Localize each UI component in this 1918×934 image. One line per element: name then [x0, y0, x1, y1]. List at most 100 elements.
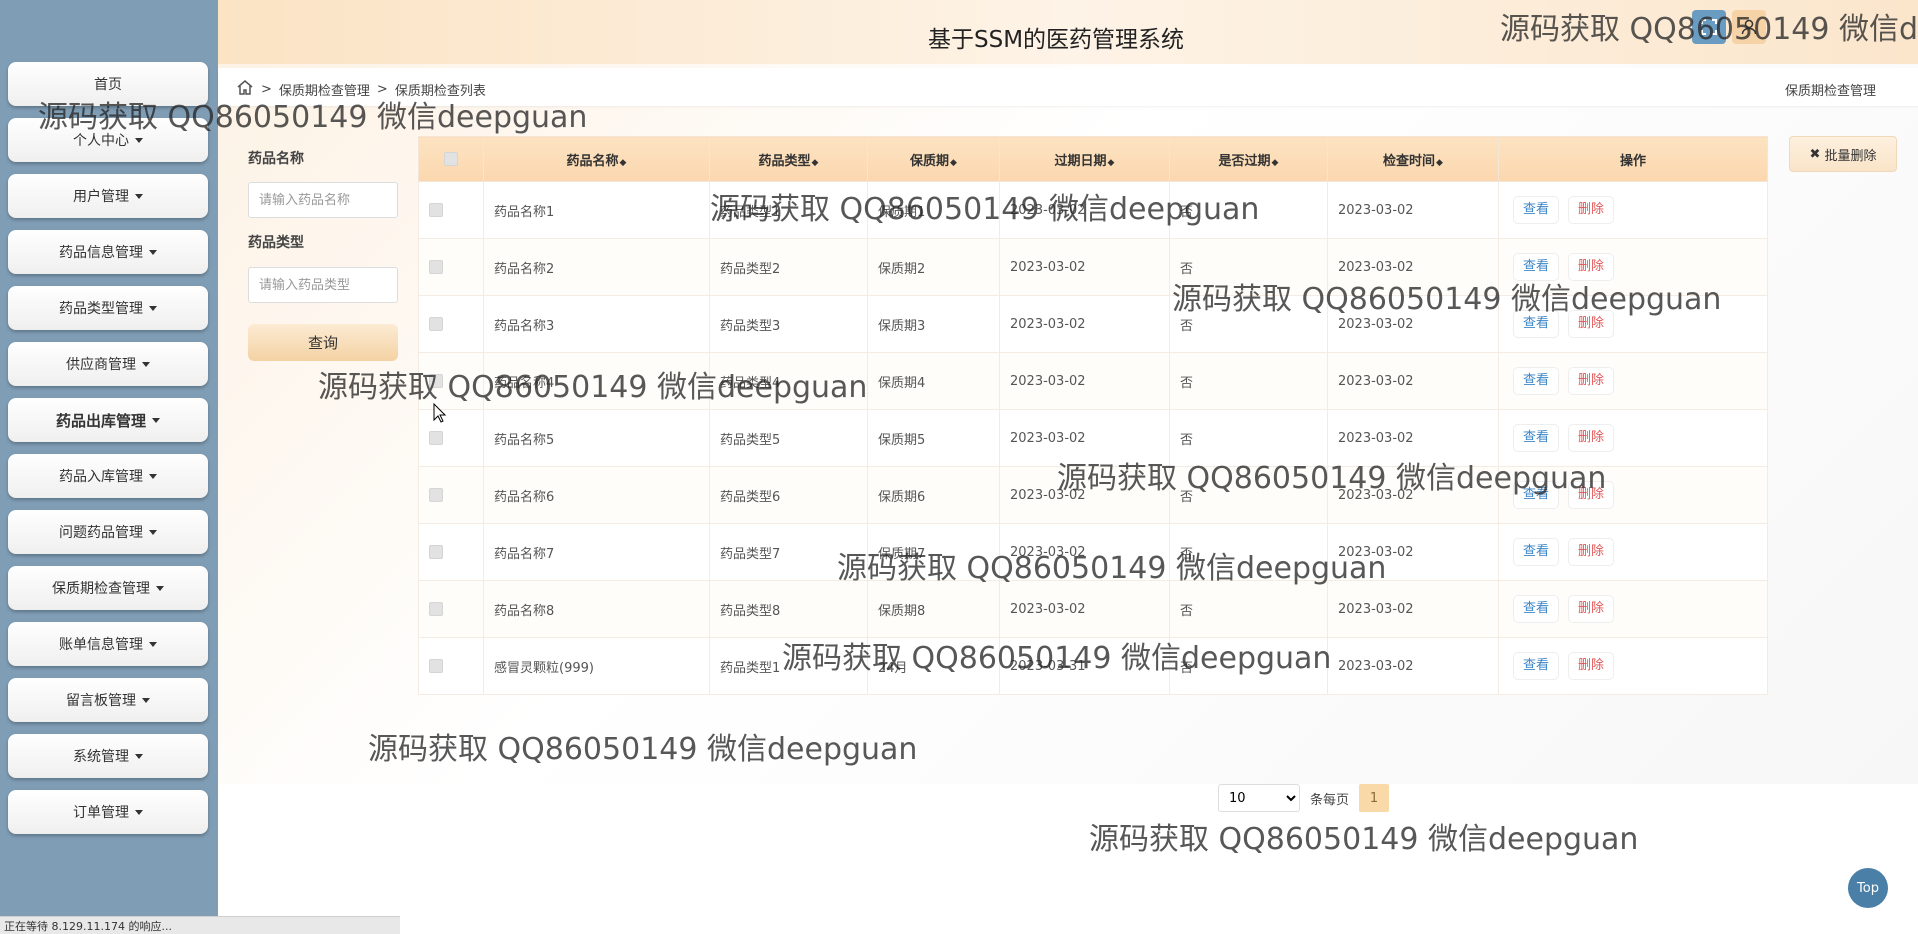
delete-button[interactable]: 删除	[1568, 253, 1615, 281]
delete-button[interactable]: 删除	[1568, 424, 1615, 452]
sidebar-item-8[interactable]: 问题药品管理	[8, 510, 208, 554]
sidebar-item-1[interactable]: 个人中心	[8, 118, 208, 162]
home-icon[interactable]	[236, 79, 254, 99]
table-cell: 药品类型1	[709, 637, 868, 695]
query-button[interactable]: 查询	[248, 324, 398, 361]
sidebar-item-label: 账单信息管理	[59, 637, 143, 653]
fullscreen-icon[interactable]	[1692, 10, 1726, 44]
table-cell: 药品类型8	[709, 580, 868, 638]
row-actions: 查看 删除	[1498, 409, 1768, 467]
table-cell: 2023-03-02	[1327, 466, 1499, 524]
view-button[interactable]: 查看	[1513, 310, 1560, 338]
table-cell: 2023-03-02	[1327, 637, 1499, 695]
row-checkbox[interactable]	[429, 374, 443, 388]
row-checkbox[interactable]	[429, 659, 443, 673]
batch-delete-button[interactable]: ✖ 批量删除	[1789, 136, 1897, 172]
delete-button[interactable]: 删除	[1568, 367, 1615, 395]
sidebar-item-10[interactable]: 账单信息管理	[8, 622, 208, 666]
row-actions: 查看 删除	[1498, 523, 1768, 581]
table-row: 药品名称1 药品类型1 保质期1 2023-03-02 否 2023-03-02 查看 删除	[418, 181, 1768, 239]
column-header[interactable]: 是否过期◆	[1169, 136, 1328, 182]
sidebar-item-12[interactable]: 系统管理	[8, 734, 208, 778]
select-all-cell	[418, 136, 484, 182]
column-header[interactable]: 药品名称◆	[483, 136, 710, 182]
sort-icon[interactable]: ◆	[620, 158, 627, 168]
view-button[interactable]: 查看	[1513, 253, 1560, 281]
sort-icon[interactable]: ◆	[1272, 158, 1279, 168]
table-cell: 否	[1169, 523, 1328, 581]
row-checkbox[interactable]	[429, 602, 443, 616]
column-header[interactable]: 过期日期◆	[999, 136, 1170, 182]
column-header-label: 药品名称	[566, 153, 619, 169]
top-header: 基于SSM的医药管理系统	[218, 0, 1918, 64]
breadcrumb-item-parent[interactable]: 保质期检查管理	[279, 80, 370, 99]
sidebar-item-9[interactable]: 保质期检查管理	[8, 566, 208, 610]
table-cell: 药品名称5	[483, 409, 710, 467]
row-actions: 查看 删除	[1498, 295, 1768, 353]
row-actions: 查看 删除	[1498, 181, 1768, 239]
table-cell: 药品类型2	[709, 238, 868, 296]
sidebar-item-3[interactable]: 药品信息管理	[8, 230, 208, 274]
sidebar-item-6[interactable]: 药品出库管理	[8, 398, 208, 442]
row-checkbox[interactable]	[429, 260, 443, 274]
delete-button[interactable]: 删除	[1568, 595, 1615, 623]
delete-button[interactable]: 删除	[1568, 538, 1615, 566]
sidebar-item-label: 保质期检查管理	[52, 581, 150, 597]
delete-button[interactable]: 删除	[1568, 310, 1615, 338]
table-cell: 2023-03-02	[1327, 181, 1499, 239]
view-button[interactable]: 查看	[1513, 652, 1560, 680]
column-header[interactable]: 保质期◆	[867, 136, 1000, 182]
row-checkbox[interactable]	[429, 545, 443, 559]
delete-button[interactable]: 删除	[1568, 652, 1615, 680]
sidebar-item-11[interactable]: 留言板管理	[8, 678, 208, 722]
row-checkbox[interactable]	[429, 317, 443, 331]
view-button[interactable]: 查看	[1513, 424, 1560, 452]
caret-down-icon	[149, 529, 157, 535]
drug-type-input[interactable]	[248, 267, 398, 303]
view-button[interactable]: 查看	[1513, 481, 1560, 509]
row-checkbox[interactable]	[429, 431, 443, 445]
sort-icon[interactable]: ◆	[1108, 158, 1115, 168]
caret-down-icon	[149, 305, 157, 311]
sidebar-item-0[interactable]: 首页	[8, 62, 208, 106]
sort-icon[interactable]: ◆	[812, 158, 819, 168]
back-to-top-button[interactable]: Top	[1848, 868, 1888, 908]
delete-button[interactable]: 删除	[1568, 481, 1615, 509]
view-button[interactable]: 查看	[1513, 196, 1560, 224]
drug-name-input[interactable]	[248, 182, 398, 218]
row-select-cell	[418, 580, 484, 638]
table-cell: 否	[1169, 637, 1328, 695]
caret-down-icon	[142, 361, 150, 367]
table-cell: 药品名称2	[483, 238, 710, 296]
delete-button[interactable]: 删除	[1568, 196, 1615, 224]
column-header[interactable]: 药品类型◆	[709, 136, 868, 182]
row-checkbox[interactable]	[429, 488, 443, 502]
select-all-checkbox[interactable]	[444, 152, 458, 166]
view-button[interactable]: 查看	[1513, 595, 1560, 623]
table-cell: 否	[1169, 466, 1328, 524]
table-cell: 2023-03-02	[999, 352, 1170, 410]
sidebar-item-4[interactable]: 药品类型管理	[8, 286, 208, 330]
page-button-current[interactable]: 1	[1359, 784, 1390, 812]
table-cell: 药品类型7	[709, 523, 868, 581]
sidebar-item-label: 留言板管理	[66, 693, 136, 709]
page-size-select[interactable]: 10	[1218, 784, 1300, 812]
sidebar-item-label: 药品入库管理	[59, 469, 143, 485]
sort-icon[interactable]: ◆	[950, 158, 957, 168]
data-table: 药品名称◆ 药品类型◆ 保质期◆ 过期日期◆ 是否过期◆ 检查时间◆ 操作 药品名称1 药品类…	[418, 136, 1768, 695]
table-cell: 药品类型5	[709, 409, 868, 467]
column-header[interactable]: 检查时间◆	[1327, 136, 1499, 182]
close-icon: ✖	[1809, 146, 1821, 162]
table-cell: 保质期1	[867, 181, 1000, 239]
view-button[interactable]: 查看	[1513, 538, 1560, 566]
table-cell: 2023-03-02	[1327, 295, 1499, 353]
sidebar-item-7[interactable]: 药品入库管理	[8, 454, 208, 498]
view-button[interactable]: 查看	[1513, 367, 1560, 395]
sidebar-item-13[interactable]: 订单管理	[8, 790, 208, 834]
user-icon[interactable]	[1732, 10, 1766, 44]
page-title: 基于SSM的医药管理系统	[928, 27, 1185, 53]
sort-icon[interactable]: ◆	[1436, 158, 1443, 168]
sidebar-item-5[interactable]: 供应商管理	[8, 342, 208, 386]
sidebar-item-2[interactable]: 用户管理	[8, 174, 208, 218]
row-checkbox[interactable]	[429, 203, 443, 217]
